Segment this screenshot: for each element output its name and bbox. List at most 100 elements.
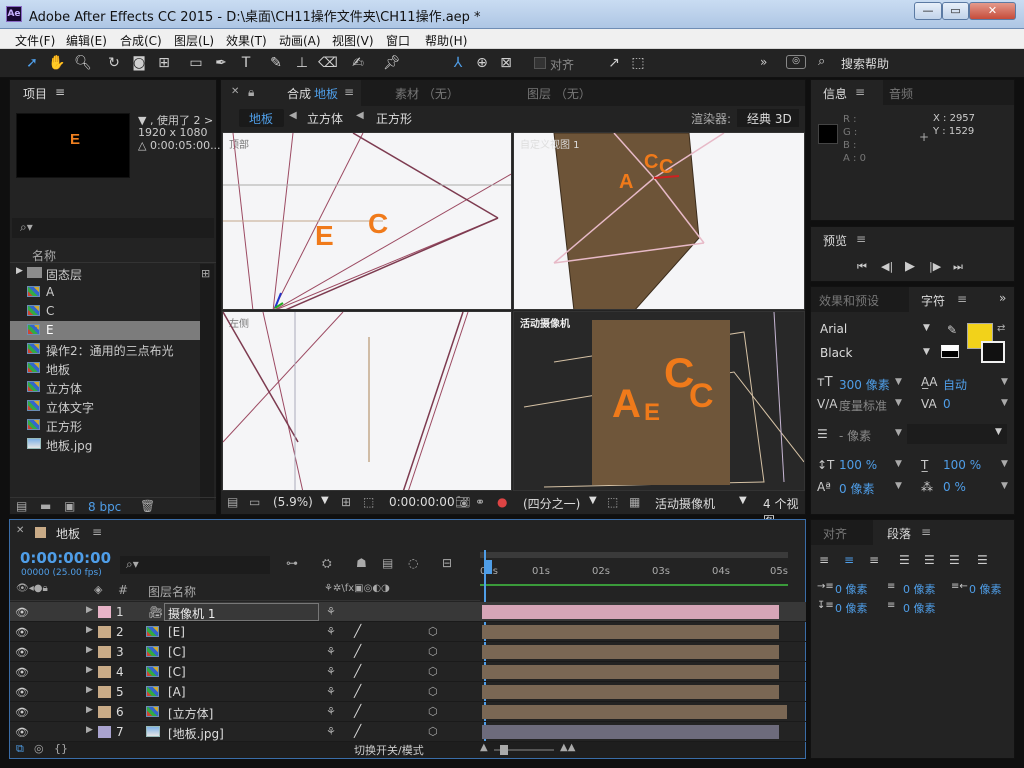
toggle-switches-modes-button[interactable]: 切换开关/模式: [354, 742, 424, 758]
expand-arrow-icon[interactable]: ▶: [86, 625, 93, 635]
world-axis-icon[interactable]: ⊕: [472, 54, 492, 72]
visibility-eye-icon[interactable]: 👁︎: [15, 686, 29, 699]
mask-visibility-icon[interactable]: ⬚: [363, 495, 374, 509]
viewport-left[interactable]: 左侧: [222, 311, 512, 491]
menu-layer[interactable]: 图层(L): [174, 32, 214, 49]
layer-label-color[interactable]: [98, 606, 111, 618]
first-frame-icon[interactable]: ⏮: [857, 260, 867, 274]
viewport-custom-1[interactable]: A C C 自定义视图 1: [513, 132, 805, 310]
menu-file[interactable]: 文件(F): [15, 32, 55, 49]
baseline-shift-value[interactable]: 0 像素: [839, 480, 874, 497]
layer-duration-bar[interactable]: [482, 625, 779, 639]
indent-first-value[interactable]: 0 像素: [903, 581, 936, 597]
space-before-value[interactable]: 0 像素: [835, 600, 868, 616]
project-tab[interactable]: 项目: [23, 85, 47, 102]
timeline-search-input[interactable]: ⌕▾: [120, 556, 270, 574]
type-tool-icon[interactable]: T: [236, 54, 256, 72]
menu-window[interactable]: 窗口: [386, 32, 410, 49]
layer-label-color[interactable]: [98, 726, 111, 738]
zoom-tool-icon[interactable]: 🔍︎: [73, 54, 93, 72]
list-item[interactable]: 操作2：通用的三点布光: [10, 340, 200, 359]
expand-arrow-icon[interactable]: ▶: [86, 605, 93, 615]
bit-depth-button[interactable]: 8 bpc: [88, 500, 121, 514]
layer-duration-bar[interactable]: [482, 685, 779, 699]
tab-menu-icon[interactable]: ≡: [344, 85, 354, 99]
panel-menu-icon[interactable]: ≡: [957, 292, 967, 306]
timeline-zoom-handle[interactable]: [500, 745, 508, 755]
snapshot-icon[interactable]: 📷︎: [455, 495, 470, 509]
graph-editor-icon[interactable]: ⊟: [442, 556, 452, 570]
panel-menu-icon[interactable]: ≡: [921, 525, 931, 539]
delete-icon[interactable]: 🗑︎: [140, 499, 155, 513]
shy-switch-icon[interactable]: ⚘: [326, 645, 336, 658]
align-left-icon[interactable]: ≡: [819, 553, 829, 567]
shy-switch-icon[interactable]: ⚘: [326, 725, 336, 738]
3d-layer-cube-icon[interactable]: ⬡: [428, 705, 438, 718]
justify-all-icon[interactable]: ☰: [977, 553, 988, 567]
vertical-scale-value[interactable]: 100 %: [839, 458, 877, 472]
layer-row[interactable]: 👁︎ ▶ 1 🎥︎ 摄像机 1 ⚘: [10, 602, 806, 622]
menu-effect[interactable]: 效果(T): [226, 32, 267, 49]
puppet-pin-tool-icon[interactable]: 📌︎: [382, 54, 402, 72]
list-item[interactable]: 立方体: [10, 378, 200, 397]
expand-arrow-icon[interactable]: ▶: [86, 665, 93, 675]
font-style-select[interactable]: Black ▼: [817, 345, 937, 363]
align-right-icon[interactable]: ≡: [869, 553, 879, 567]
viewport-active-camera[interactable]: A E C C 活动摄像机: [513, 311, 805, 491]
visibility-eye-icon[interactable]: 👁︎: [15, 726, 29, 739]
lock-icon[interactable]: 🔒︎: [248, 85, 254, 100]
space-after-value[interactable]: 0 像素: [903, 600, 936, 616]
in-out-icon[interactable]: {}: [54, 742, 68, 755]
3d-layer-cube-icon[interactable]: ⬡: [428, 685, 438, 698]
layer-row[interactable]: 👁︎ ▶ 7 [地板.jpg] ⚘ ╱ ⬡: [10, 722, 806, 742]
transfer-controls-icon[interactable]: ◎: [34, 742, 44, 755]
composition-flowchart-icon[interactable]: ⊶: [286, 556, 298, 570]
stroke-color-swatch[interactable]: [981, 341, 1005, 363]
list-item-selected[interactable]: E: [10, 321, 200, 340]
pan-behind-tool-icon[interactable]: ⊞: [154, 54, 174, 72]
leading-value[interactable]: 自动: [943, 376, 967, 393]
pen-tool-icon[interactable]: ✒: [211, 54, 231, 72]
close-tab-icon[interactable]: ✕: [16, 525, 24, 536]
current-time[interactable]: 0:00:00:00: [389, 495, 455, 509]
tab-audio[interactable]: 音频: [883, 80, 1014, 105]
chevron-down-icon[interactable]: ▼: [1001, 459, 1008, 469]
3d-layer-cube-icon[interactable]: ⬡: [428, 645, 438, 658]
project-search-input[interactable]: ⌕▾: [12, 218, 214, 238]
renderer-select[interactable]: 经典 3D: [737, 109, 799, 127]
tracking-value[interactable]: 0: [943, 397, 951, 411]
chevron-down-icon[interactable]: ▼: [895, 398, 902, 408]
layer-row[interactable]: 👁︎ ▶ 2 [E] ⚘ ╱ ⬡: [10, 622, 806, 642]
visibility-eye-icon[interactable]: 👁︎: [15, 606, 29, 619]
chevron-down-icon[interactable]: ▼: [895, 428, 902, 438]
chevron-down-icon[interactable]: ▼: [321, 495, 329, 506]
visibility-eye-icon[interactable]: 👁︎: [15, 626, 29, 639]
menu-composition[interactable]: 合成(C): [120, 32, 162, 49]
chevron-down-icon[interactable]: ▼: [1001, 481, 1008, 491]
quality-switch-icon[interactable]: ╱: [354, 644, 361, 658]
time-ruler[interactable]: 00s 01s 02s 03s 04s 05s: [480, 550, 788, 600]
layer-duration-bar[interactable]: [482, 645, 779, 659]
align-center-icon[interactable]: ≡: [844, 553, 854, 567]
list-item[interactable]: ▶ 固态层: [10, 264, 200, 283]
layer-row[interactable]: 👁︎ ▶ 6 [立方体] ⚘ ╱ ⬡: [10, 702, 806, 722]
visibility-eye-icon[interactable]: 👁︎: [15, 666, 29, 679]
justify-right-icon[interactable]: ☰: [949, 553, 960, 567]
hide-shy-layers-icon[interactable]: ☗: [356, 556, 367, 570]
list-item[interactable]: 立体文字: [10, 397, 200, 416]
selection-tool-icon[interactable]: ➚: [22, 54, 42, 72]
menu-help[interactable]: 帮助(H): [425, 32, 467, 49]
chevron-down-icon[interactable]: ▼: [1001, 398, 1008, 408]
menu-edit[interactable]: 编辑(E): [66, 32, 107, 49]
expand-arrow-icon[interactable]: ▶: [86, 645, 93, 655]
grid-icon[interactable]: ⊞: [341, 495, 351, 509]
breadcrumb-square[interactable]: 正方形: [376, 110, 412, 127]
3d-layer-cube-icon[interactable]: ⬡: [428, 625, 438, 638]
maximize-button[interactable]: ▭: [942, 2, 969, 20]
new-folder-icon[interactable]: ▬: [40, 499, 51, 513]
tsume-value[interactable]: 0 %: [943, 480, 966, 494]
chevron-down-icon[interactable]: ▼: [589, 495, 597, 506]
timeline-current-time[interactable]: 0:00:00:00: [20, 549, 111, 567]
resolution-select[interactable]: (四分之一): [523, 495, 580, 512]
quality-switch-icon[interactable]: ╱: [354, 624, 361, 638]
